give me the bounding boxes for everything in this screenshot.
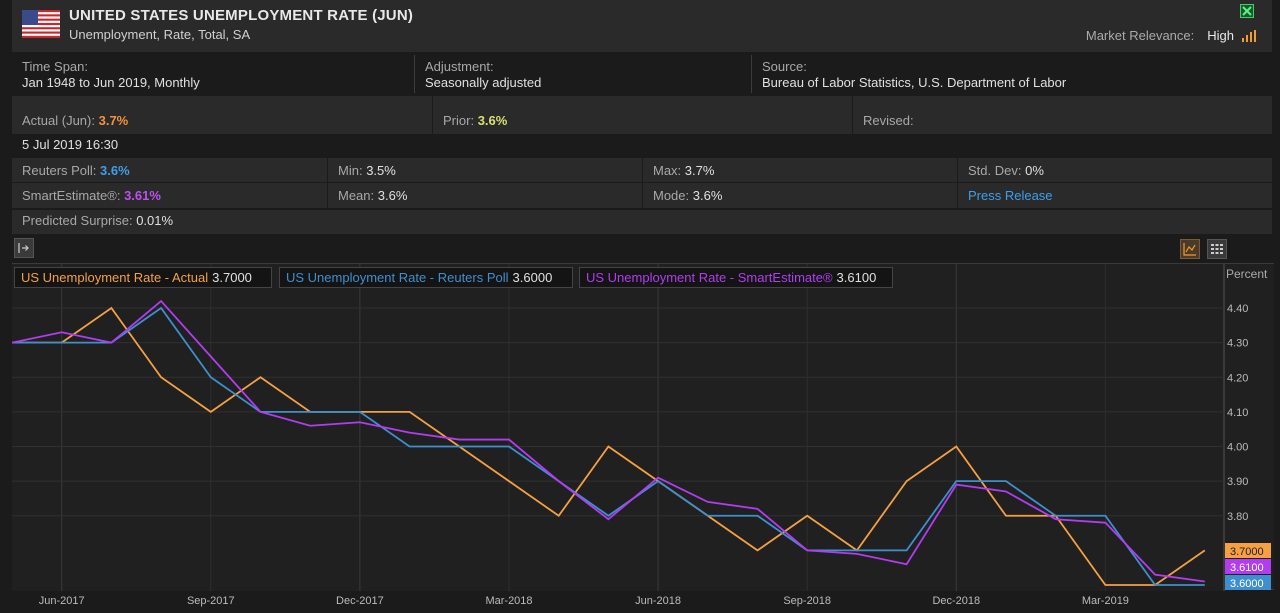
legend-reuters[interactable]: US Unemployment Rate - Reuters Poll 3.600… [279,267,573,288]
std-dev-value: 0% [1025,163,1044,178]
min-label: Min: [338,163,363,178]
time-span-label: Time Span: [22,59,88,74]
legend-actual[interactable]: US Unemployment Rate - Actual 3.7000 [14,267,272,288]
x-tick-label: Mar-2018 [485,595,533,607]
relevance-bars-icon [1242,29,1256,42]
plot-background [12,264,1224,591]
predicted-surprise-value: 0.01% [136,213,174,228]
reuters-poll-label: Reuters Poll: [22,163,97,178]
x-tick-label: Dec-2017 [336,595,384,607]
std-dev-cell: Std. Dev: 0% [957,158,1272,183]
release-values-row: Actual (Jun): 3.7% Prior: 3.6% Revised: [12,96,1272,134]
x-tick-label: Sep-2017 [186,595,235,607]
source-cell: Source: Bureau of Labor Statistics, U.S.… [751,55,1272,93]
page-title: UNITED STATES UNEMPLOYMENT RATE (JUN) [69,7,414,24]
x-tick-label: Sep-2018 [783,595,832,607]
last-value-label: 3.7000 [1230,546,1264,558]
x-tick-label: Mar-2019 [1081,595,1129,607]
y-tick-label: 4.30 [1227,338,1248,350]
revised-cell: Revised: [852,96,1272,134]
smart-estimate-label: SmartEstimate®: [22,188,121,203]
mode-label: Mode: [653,188,690,203]
legend-smart-name: US Unemployment Rate - SmartEstimate® [586,270,833,285]
table-view-button[interactable] [1207,239,1227,259]
expand-arrow-icon [18,243,29,253]
press-release-cell: Press Release [957,183,1272,208]
adjustment-cell: Adjustment: Seasonally adjusted [414,55,750,93]
predicted-surprise: Predicted Surprise: 0.01% [12,210,1272,234]
chart-plot-area: 4.40 4.30 4.20 4.10 4.00 3.90 3.80 3.7000 3.6100… [12,264,1271,591]
market-relevance-value: High [1207,28,1234,43]
smart-estimate-cell: SmartEstimate®: 3.61% [12,183,327,208]
mean-cell: Mean: 3.6% [327,183,642,208]
grid-table-icon [1211,244,1223,254]
x-tick-label: Jun-2017 [38,595,85,607]
mode-cell: Mode: 3.6% [642,183,957,208]
reuters-poll-cell: Reuters Poll: 3.6% [12,158,327,183]
prior-label: Prior: [443,113,475,128]
time-span-cell: Time Span: Jan 1948 to Jun 2019, Monthly [12,55,412,93]
mode-value: 3.6% [692,188,723,203]
predicted-surprise-label: Predicted Surprise: [22,213,133,228]
press-release-link[interactable]: Press Release [968,188,1053,203]
line-chart: 4.40 4.30 4.20 4.10 4.00 3.90 3.80 3.7000 3.6100… [12,263,1274,607]
smart-estimate-value: 3.61% [124,188,161,203]
min-cell: Min: 3.5% [327,158,642,183]
legend-reuters-name: US Unemployment Rate - Reuters Poll [286,270,509,285]
poll-stats-grid: Reuters Poll: 3.6% Min: 3.5% Max: 3.7% S… [12,158,1272,208]
mean-label: Mean: [338,188,375,203]
last-value-label: 3.6100 [1230,562,1264,574]
line-chart-icon [1183,243,1196,256]
std-dev-label: Std. Dev: [968,163,1022,178]
y-tick-label: 3.90 [1227,476,1248,488]
max-label: Max: [653,163,682,178]
y-tick-label: 3.80 [1227,511,1248,523]
max-value: 3.7% [684,163,715,178]
source-label: Source: [762,59,807,74]
adjustment-label: Adjustment: [425,59,494,74]
reuters-poll-value: 3.6% [100,163,130,178]
adjustment-value: Seasonally adjusted [425,75,542,90]
info-row: Time Span: Jan 1948 to Jun 2019, Monthly… [12,55,1272,93]
release-date: 5 Jul 2019 16:30 [22,137,119,152]
legend-smart-value: 3.6100 [836,270,877,285]
y-tick-label: 4.40 [1227,303,1248,315]
legend-reuters-value: 3.6000 [512,270,553,285]
actual-label: Actual (Jun): [22,113,95,128]
chart-view-button[interactable] [1180,239,1200,259]
prior-value: 3.6% [477,113,508,128]
last-value-label: 3.6000 [1230,578,1264,590]
max-cell: Max: 3.7% [642,158,957,183]
min-value: 3.5% [366,163,396,178]
source-value: Bureau of Labor Statistics, U.S. Departm… [762,75,1067,90]
indicator-header: UNITED STATES UNEMPLOYMENT RATE (JUN) Un… [12,0,1272,52]
legend-smart[interactable]: US Unemployment Rate - SmartEstimate® 3.6… [579,267,893,288]
actual-value: 3.7% [98,113,129,128]
time-span-value: Jan 1948 to Jun 2019, Monthly [22,75,200,90]
excel-export-icon[interactable] [1240,4,1254,18]
legend-actual-value: 3.7000 [212,270,252,285]
revised-label: Revised: [863,113,914,128]
y-tick-label: 4.00 [1227,442,1248,454]
y-tick-label: 4.20 [1227,372,1248,384]
market-relevance: Market Relevance: High [1086,28,1256,43]
us-flag-icon [22,10,60,38]
page-subtitle: Unemployment, Rate, Total, SA [69,27,251,42]
legend-actual-name: US Unemployment Rate - Actual [21,270,209,285]
mean-value: 3.6% [377,188,408,203]
market-relevance-label: Market Relevance: [1085,28,1195,43]
actual-cell: Actual (Jun): 3.7% [12,96,432,134]
y-axis-unit: Percent [1226,267,1268,281]
prior-cell: Prior: 3.6% [432,96,852,134]
y-tick-label: 4.10 [1227,407,1248,419]
x-tick-label: Jun-2018 [635,595,682,607]
x-tick-label: Dec-2018 [932,595,981,607]
expand-panel-button[interactable] [14,238,34,258]
